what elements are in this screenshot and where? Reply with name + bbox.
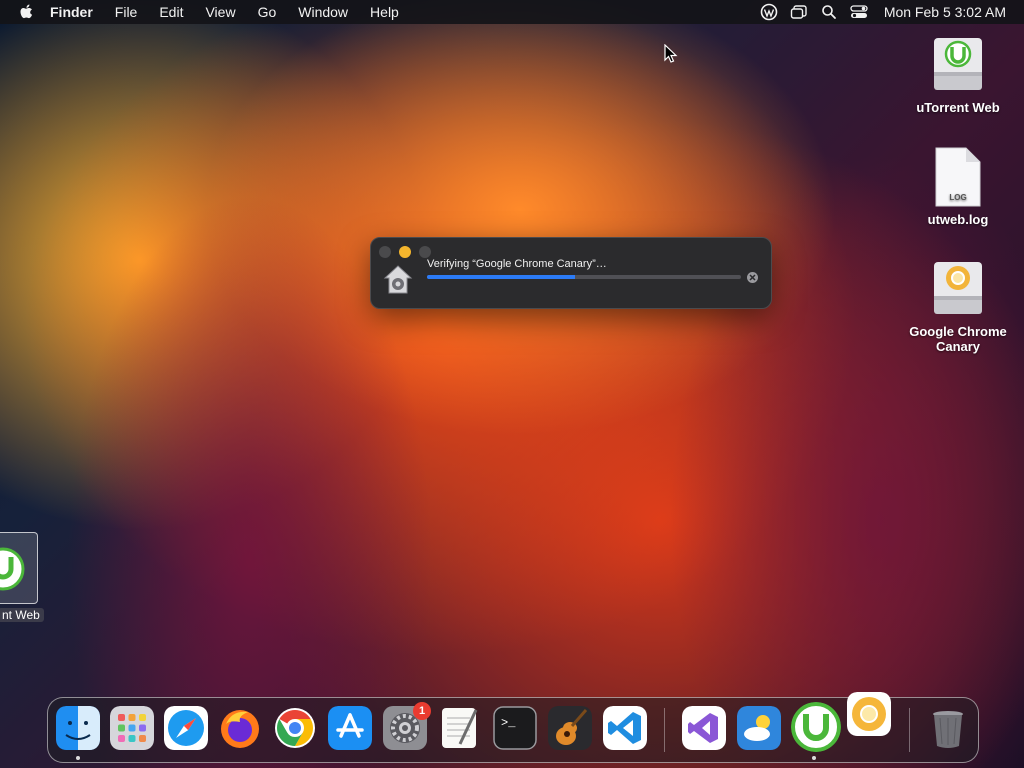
- log-file-tag: LOG: [949, 193, 966, 202]
- dock-safari[interactable]: [164, 706, 208, 750]
- menu-edit[interactable]: Edit: [159, 4, 183, 20]
- desktop-icon-utorrent-partial[interactable]: nt Web: [0, 532, 44, 622]
- dock-chrome-canary[interactable]: [847, 692, 891, 736]
- launchpad-icon: [110, 706, 154, 750]
- mouse-cursor-icon: [664, 43, 678, 64]
- dock-visual-studio[interactable]: [682, 706, 726, 750]
- desktop-icon-label: nt Web: [0, 608, 44, 622]
- dock-utorrent-web[interactable]: [791, 702, 841, 752]
- selection-box: [0, 532, 38, 604]
- stage-manager-icon[interactable]: [790, 3, 808, 21]
- chrome-icon: [275, 708, 315, 748]
- window-zoom-button[interactable]: [419, 246, 431, 258]
- visual-studio-icon: [682, 706, 726, 750]
- window-minimize-button[interactable]: [399, 246, 411, 258]
- utorrent-icon: [791, 702, 841, 752]
- desktop-icon-utorrent-web[interactable]: uTorrent Web: [903, 34, 1013, 115]
- dock-system-settings[interactable]: 1: [383, 702, 431, 750]
- dock-separator: [664, 708, 665, 752]
- desktop-icon-label: uTorrent Web: [916, 100, 1000, 115]
- apple-icon[interactable]: [18, 3, 36, 21]
- textedit-icon: [442, 708, 478, 748]
- dock-finder[interactable]: [56, 706, 100, 750]
- progress-bar: [427, 275, 741, 279]
- gatekeeper-house-icon: [383, 264, 413, 296]
- dock-garageband[interactable]: [548, 706, 592, 750]
- wordpress-icon[interactable]: [760, 3, 778, 21]
- dock-google-chrome[interactable]: [273, 706, 317, 750]
- menu-go[interactable]: Go: [258, 4, 277, 20]
- menu-window[interactable]: Window: [298, 4, 348, 20]
- dock-launchpad[interactable]: [110, 706, 154, 750]
- app-store-icon: [328, 706, 372, 750]
- dock-app-store[interactable]: [328, 706, 372, 750]
- safari-icon: [164, 706, 208, 750]
- vscode-icon: [603, 706, 647, 750]
- menu-clock[interactable]: Mon Feb 5 3:02 AM: [884, 4, 1006, 20]
- spotlight-search-icon[interactable]: [820, 3, 838, 21]
- weather-icon: [737, 706, 781, 750]
- dock: 1 >_: [47, 692, 979, 763]
- trash-icon: [933, 711, 963, 748]
- menu-view[interactable]: View: [205, 4, 235, 20]
- dock-visual-studio-code[interactable]: [603, 706, 647, 750]
- terminal-prompt-glyph: >_: [501, 716, 516, 730]
- menu-file[interactable]: File: [115, 4, 138, 20]
- desktop-icon-utweb-log[interactable]: LOG utweb.log: [903, 146, 1013, 227]
- notification-badge: 1: [413, 702, 431, 720]
- menu-help[interactable]: Help: [370, 4, 399, 20]
- dock-firefox[interactable]: [218, 706, 262, 750]
- disk-image-icon: [928, 258, 988, 318]
- dock-running-indicator: [812, 756, 816, 760]
- dock-textedit[interactable]: [438, 706, 482, 750]
- terminal-icon: >_: [493, 706, 537, 750]
- dock-weather[interactable]: [737, 706, 781, 750]
- desktop-icon-label: utweb.log: [927, 212, 989, 227]
- finder-icon: [56, 706, 100, 750]
- progress-bar-fill: [427, 275, 575, 279]
- desktop-icon-chrome-canary[interactable]: Google Chrome Canary: [903, 258, 1013, 354]
- dock-trash[interactable]: [926, 706, 970, 750]
- chrome-canary-icon: [847, 692, 891, 736]
- guitar-icon: [548, 706, 592, 750]
- control-center-icon[interactable]: [850, 3, 868, 21]
- disk-image-icon: [928, 34, 988, 94]
- dock-running-indicator: [76, 756, 80, 760]
- menu-bar: Finder File Edit View Go Window Help Mon…: [0, 0, 1024, 24]
- menu-finder[interactable]: Finder: [50, 4, 93, 20]
- cancel-verify-button[interactable]: [747, 272, 758, 283]
- log-file-icon: LOG: [928, 146, 988, 207]
- dock-separator: [909, 708, 910, 752]
- verify-progress-window: Verifying “Google Chrome Canary”…: [370, 237, 772, 309]
- desktop-icon-label: Google Chrome Canary: [909, 324, 1007, 354]
- window-close-button[interactable]: [379, 246, 391, 258]
- progress-message: Verifying “Google Chrome Canary”…: [427, 258, 607, 270]
- firefox-icon: [221, 710, 259, 748]
- dock-terminal[interactable]: >_: [493, 706, 537, 750]
